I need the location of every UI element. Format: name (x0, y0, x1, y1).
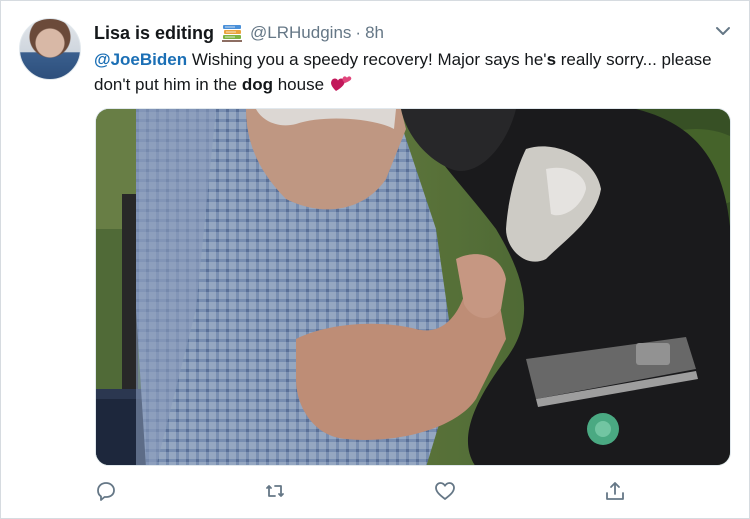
timestamp[interactable]: 8h (365, 23, 384, 43)
chevron-down-icon[interactable] (713, 21, 733, 41)
handle[interactable]: @LRHudgins (250, 23, 351, 43)
mention-link[interactable]: @JoeBiden (94, 50, 187, 69)
two-hearts-icon (330, 73, 352, 93)
tweet-card: Lisa is editing @LRHudgins · 8h @JoeBide… (0, 0, 750, 519)
books-icon (221, 22, 243, 44)
tweet-text: @JoeBiden Wishing you a speedy recovery!… (94, 47, 734, 97)
tweet-text-bold-dog: dog (241, 75, 273, 94)
heart-icon[interactable] (433, 479, 457, 503)
separator-dot: · (355, 23, 362, 42)
tweet-actions (1, 479, 750, 507)
tweet-header: Lisa is editing @LRHudgins · 8h (94, 21, 384, 45)
tweet-text-part1: Wishing you a speedy recovery! Major say… (187, 50, 547, 69)
tweet-text-bold-s: s (546, 50, 557, 69)
tweet-photo[interactable] (95, 108, 731, 466)
display-name[interactable]: Lisa is editing (94, 23, 214, 44)
retweet-icon[interactable] (263, 479, 287, 503)
avatar[interactable] (19, 18, 81, 80)
tweet-text-part3: house (273, 75, 325, 94)
share-icon[interactable] (603, 479, 627, 503)
reply-icon[interactable] (94, 479, 118, 503)
